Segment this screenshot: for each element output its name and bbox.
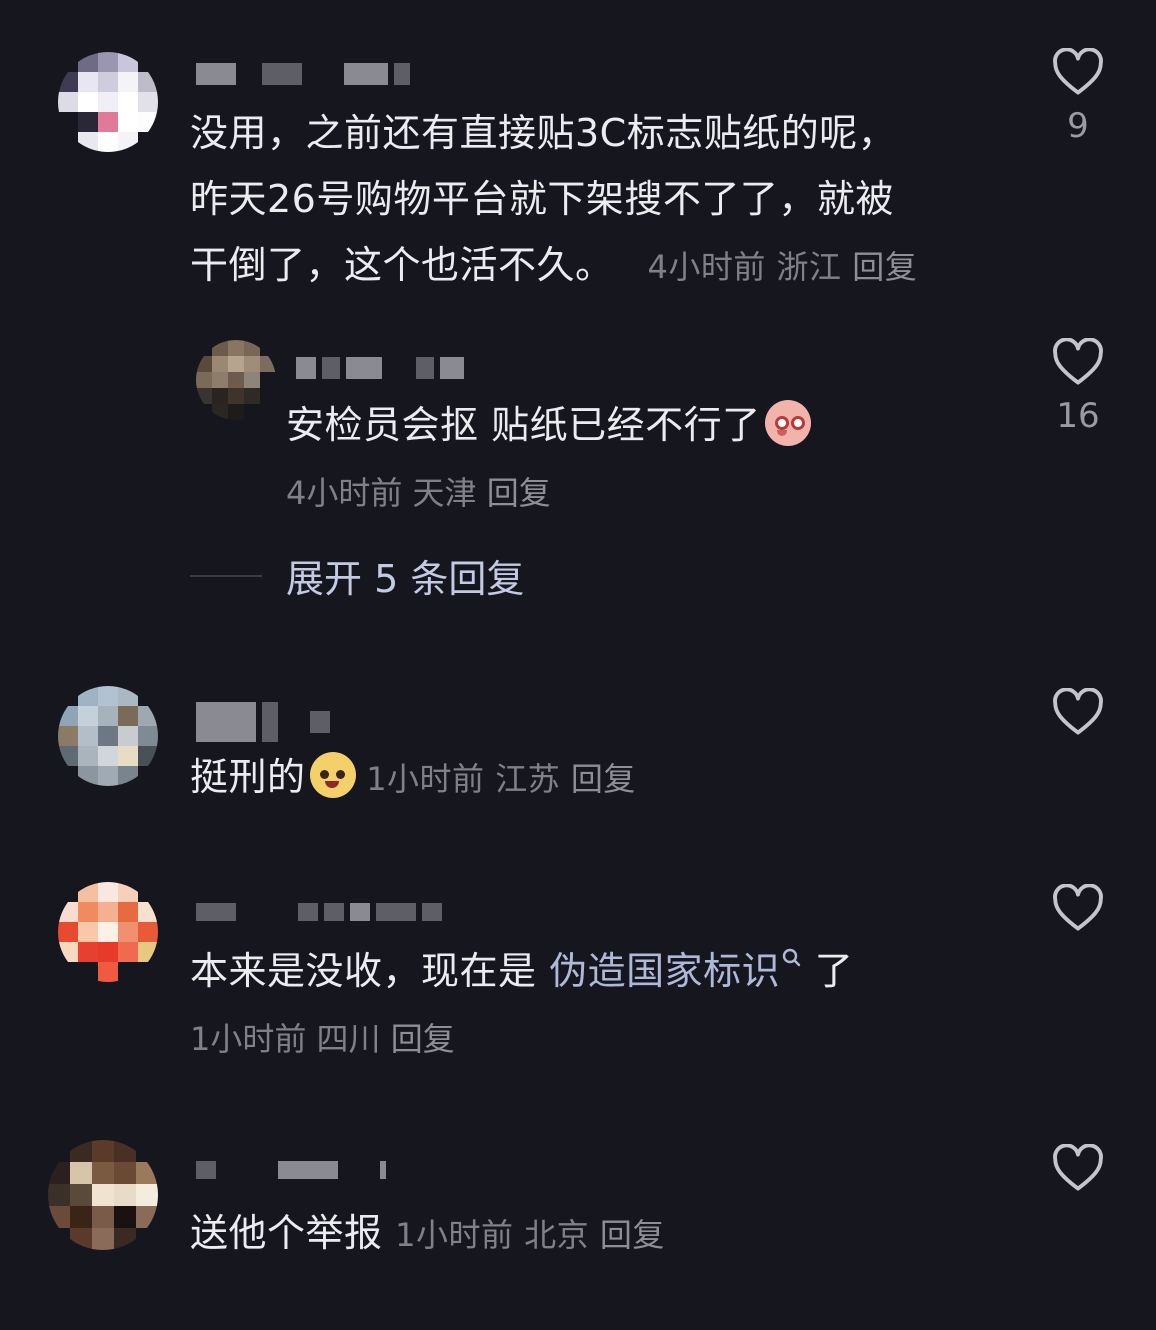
comment-text-content: 挺刑的 — [190, 755, 306, 799]
username[interactable] — [196, 702, 330, 742]
comment-time: 1小时前 — [366, 760, 485, 798]
like-button[interactable] — [1052, 1144, 1104, 1192]
search-icon — [782, 948, 801, 967]
comment-meta: 4小时前 浙江 回复 — [626, 248, 917, 286]
comment-text: 安检员会抠 贴纸已经不行了 — [286, 392, 811, 458]
comment-meta: 1小时前 江苏 回复 — [356, 760, 636, 798]
username[interactable] — [296, 348, 464, 388]
blushing-face-emoji-icon — [764, 400, 811, 446]
like-button[interactable] — [1052, 688, 1104, 736]
like-count: 16 — [1056, 396, 1100, 436]
expand-replies-button[interactable]: 展开 5 条回复 — [190, 548, 524, 603]
comment-location: 天津 — [412, 474, 477, 512]
comment-time: 1小时前 — [190, 1020, 307, 1058]
avatar[interactable] — [58, 52, 158, 152]
comment-text-content: 本来是没收，现在是 — [190, 949, 550, 993]
comment-location: 江苏 — [495, 760, 561, 798]
search-link-text: 伪造国家标识 — [549, 949, 781, 993]
avatar[interactable] — [58, 686, 158, 786]
username[interactable] — [196, 1150, 386, 1190]
comment-location: 浙江 — [776, 248, 842, 286]
comment-time: 4小时前 — [647, 248, 766, 286]
comment-time: 4小时前 — [286, 474, 403, 512]
comment-text: 没用，之前还有直接贴3C标志贴纸的呢， 昨天26号购物平台就下架搜不了了，就被 … — [190, 100, 917, 300]
username[interactable] — [196, 892, 442, 932]
heart-icon — [1053, 1144, 1103, 1191]
username[interactable] — [196, 54, 410, 94]
comment-line: 干倒了，这个也活不久。 4小时前 浙江 回复 — [190, 232, 917, 300]
comment-location: 北京 — [524, 1216, 590, 1254]
heart-icon — [1053, 688, 1103, 735]
like-button[interactable]: 9 — [1052, 48, 1104, 146]
reply-button[interactable]: 回复 — [487, 474, 551, 512]
comment-time: 1小时前 — [395, 1216, 514, 1254]
like-button[interactable] — [1052, 884, 1104, 932]
comment-location: 四川 — [316, 1020, 381, 1058]
avatar[interactable] — [48, 1140, 158, 1250]
expand-replies-label: 展开 5 条回复 — [286, 557, 525, 601]
comment-meta: 1小时前 四川 回复 — [190, 1018, 455, 1060]
comment-line: 没用，之前还有直接贴3C标志贴纸的呢， — [190, 111, 897, 155]
comment-text-content: 了 — [802, 949, 854, 993]
smug-face-emoji-icon — [309, 752, 356, 798]
comment-text: 挺刑的 1小时前 江苏 回复 — [190, 744, 636, 812]
reply-button[interactable]: 回复 — [571, 760, 636, 798]
comment-text-content: 送他个举报 — [190, 1211, 383, 1255]
reply-button[interactable]: 回复 — [391, 1020, 455, 1058]
divider — [190, 574, 262, 577]
comment-meta: 4小时前 天津 回复 — [286, 472, 551, 514]
heart-icon — [1053, 48, 1103, 95]
avatar[interactable] — [196, 340, 276, 420]
comment-meta: 1小时前 北京 回复 — [395, 1216, 665, 1254]
search-link[interactable]: 伪造国家标识 — [549, 948, 802, 993]
comment-text-content: 安检员会抠 贴纸已经不行了 — [286, 403, 761, 447]
heart-icon — [1053, 338, 1103, 385]
avatar[interactable] — [58, 882, 158, 982]
like-count: 9 — [1067, 106, 1089, 146]
comment-line: 昨天26号购物平台就下架搜不了了，就被 — [190, 177, 894, 221]
like-button[interactable]: 16 — [1052, 338, 1104, 436]
reply-button[interactable]: 回复 — [852, 248, 917, 286]
comment-text: 送他个举报 1小时前 北京 回复 — [190, 1200, 665, 1268]
heart-icon — [1053, 884, 1103, 931]
comment-line-text: 干倒了，这个也活不久。 — [190, 243, 614, 287]
comment-text: 本来是没收，现在是 伪造国家标识 了 — [190, 938, 853, 1004]
reply-button[interactable]: 回复 — [600, 1216, 665, 1254]
